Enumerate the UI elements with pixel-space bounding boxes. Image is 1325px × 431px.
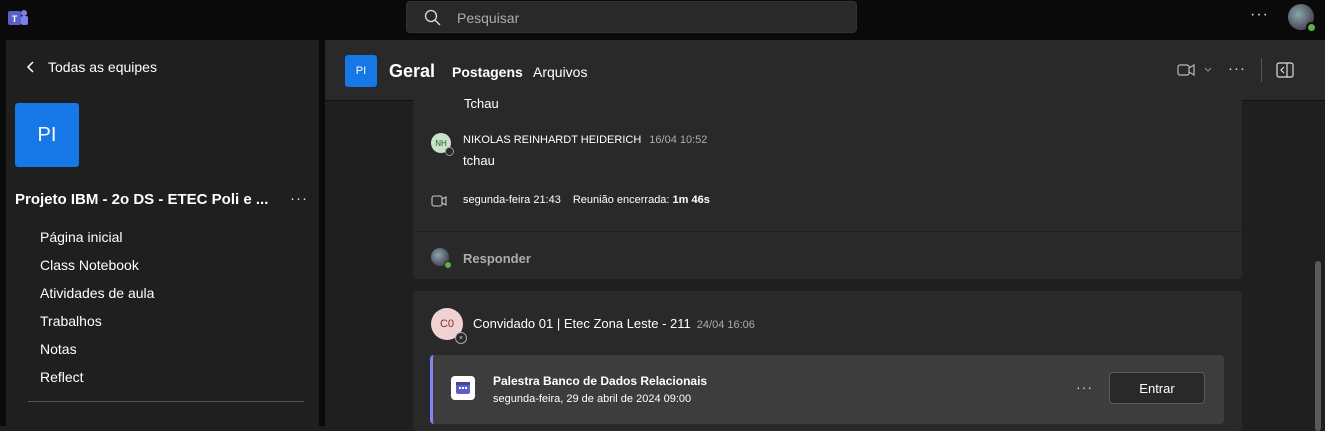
reply-button[interactable]: Responder <box>463 251 531 266</box>
posts-feed: Tchau NH NIKOLAS REINHARDT HEIDERICH 16/0… <box>325 96 1325 431</box>
post-card: C0 × Convidado 01 | Etec Zona Leste - 21… <box>413 291 1242 431</box>
event-date: segunda-feira, 29 de abril de 2024 09:00 <box>493 393 692 405</box>
back-to-teams-link[interactable]: Todas as equipes <box>24 59 157 75</box>
message-author[interactable]: NIKOLAS REINHARDT HEIDERICH <box>463 134 641 146</box>
top-bar: T Pesquisar ··· <box>0 0 1325 40</box>
svg-text:T: T <box>12 14 18 24</box>
event-title: Palestra Banco de Dados Relacionais <box>493 374 708 388</box>
header-separator <box>1261 58 1262 82</box>
back-label: Todas as equipes <box>48 59 157 75</box>
nav-item-reflect[interactable]: Reflect <box>40 366 154 394</box>
meeting-ended-label: Reunião encerrada: <box>572 194 670 206</box>
presence-offline-icon: × <box>455 332 467 344</box>
team-nav: Página inicial Class Notebook Atividades… <box>40 226 154 394</box>
previous-message-body: Tchau <box>464 96 499 111</box>
avatar[interactable]: NH <box>431 133 454 156</box>
channel-pane: PI Geral Postagens Arquivos ··· Tchau NH <box>325 40 1325 431</box>
settings-more-icon[interactable]: ··· <box>1250 6 1269 24</box>
video-camera-icon <box>431 195 447 207</box>
open-panel-icon[interactable] <box>1276 62 1294 78</box>
message-header: NIKOLAS REINHARDT HEIDERICH 16/04 10:52 <box>463 134 707 146</box>
message-body: tchau <box>463 153 495 168</box>
sidebar-divider <box>28 401 304 402</box>
post-author[interactable]: Convidado 01 | Etec Zona Leste - 211 <box>473 316 691 331</box>
message-timestamp: 16/04 10:52 <box>649 134 708 146</box>
teams-logo-icon[interactable]: T <box>8 8 28 28</box>
meeting-event-card[interactable]: Palestra Banco de Dados Relacionais segu… <box>430 355 1224 424</box>
user-avatar[interactable] <box>1288 4 1317 33</box>
meeting-duration: 1m 46s <box>672 194 710 206</box>
calendar-icon <box>451 376 475 400</box>
event-more-icon[interactable]: ··· <box>1076 379 1093 395</box>
channel-name: Geral <box>389 61 436 81</box>
join-button[interactable]: Entrar <box>1109 372 1205 404</box>
thread-card: Tchau NH NIKOLAS REINHARDT HEIDERICH 16/0… <box>413 96 1242 279</box>
presence-available-icon <box>444 261 452 269</box>
nav-item-grades[interactable]: Notas <box>40 338 154 366</box>
tab-files[interactable]: Arquivos <box>533 64 587 80</box>
video-call-icon[interactable] <box>1177 63 1195 77</box>
channel-header: PI Geral Postagens Arquivos ··· <box>325 40 1325 101</box>
post-timestamp: 24/04 16:06 <box>696 319 755 331</box>
channel-avatar: PI <box>345 55 377 87</box>
search-placeholder: Pesquisar <box>457 10 520 26</box>
meeting-ended-notice: segunda-feira 21:43 Reunião encerrada: 1m… <box>463 194 710 206</box>
nav-item-class-notebook[interactable]: Class Notebook <box>40 254 154 282</box>
presence-available-icon <box>1306 22 1317 33</box>
post-header: Convidado 01 | Etec Zona Leste - 211 24/0… <box>473 316 755 331</box>
search-input[interactable]: Pesquisar <box>406 1 857 33</box>
presence-offline-icon <box>445 147 454 156</box>
team-name[interactable]: Projeto IBM - 2o DS - ETEC Poli e ... <box>15 191 268 208</box>
chevron-down-icon[interactable] <box>1203 65 1213 75</box>
tab-posts[interactable]: Postagens <box>452 64 523 80</box>
nav-item-assignments[interactable]: Trabalhos <box>40 310 154 338</box>
nav-item-class-activities[interactable]: Atividades de aula <box>40 282 154 310</box>
feed-scrollbar[interactable] <box>1315 261 1321 431</box>
avatar-initials: C0 <box>439 318 455 330</box>
team-more-icon[interactable]: ··· <box>290 190 308 207</box>
avatar[interactable]: C0 × <box>431 308 467 344</box>
search-icon <box>424 9 441 26</box>
team-avatar[interactable]: PI <box>15 103 79 167</box>
avatar-initials: NH <box>435 138 447 148</box>
avatar <box>431 248 452 269</box>
team-sidebar: Todas as equipes PI Projeto IBM - 2o DS … <box>6 40 319 426</box>
reply-divider <box>413 231 1242 232</box>
nav-item-home[interactable]: Página inicial <box>40 226 154 254</box>
meeting-day: segunda-feira 21:43 <box>463 194 561 206</box>
chevron-left-icon <box>26 61 34 73</box>
channel-more-icon[interactable]: ··· <box>1228 60 1246 77</box>
